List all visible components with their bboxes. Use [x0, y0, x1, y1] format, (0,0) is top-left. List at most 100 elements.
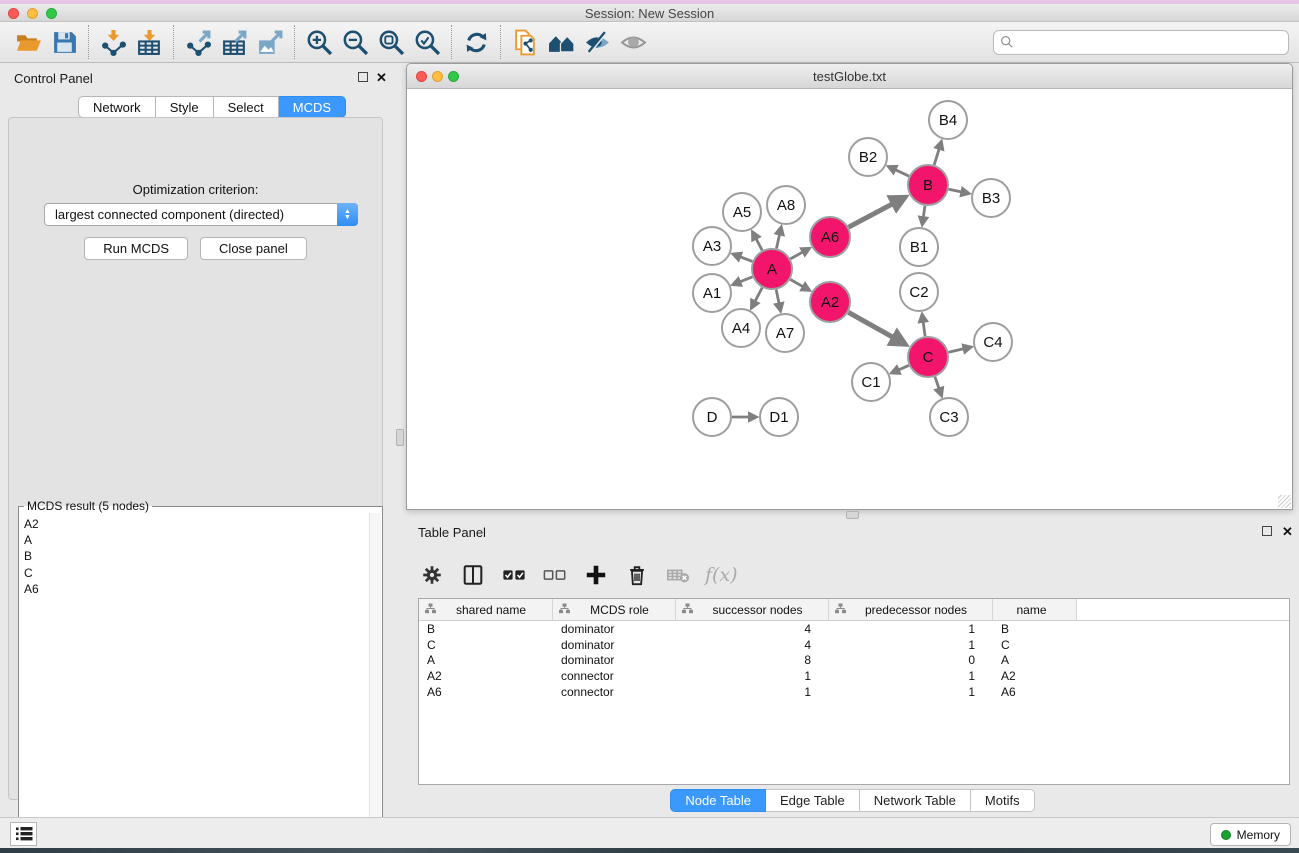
- graph-edge-B-B1[interactable]: [922, 206, 925, 225]
- export-table-icon[interactable]: [216, 25, 252, 59]
- window-resize-grip[interactable]: [1278, 495, 1291, 508]
- result-item[interactable]: A6: [24, 581, 39, 597]
- delete-table-icon[interactable]: [664, 561, 692, 589]
- tab-network-table[interactable]: Network Table: [860, 789, 971, 812]
- table-row[interactable]: A2connector11A2: [419, 668, 1289, 684]
- graph-edge-A-A2[interactable]: [790, 279, 809, 290]
- clone-network-icon[interactable]: [507, 25, 543, 59]
- tab-edge-table[interactable]: Edge Table: [766, 789, 860, 812]
- graph-node-D[interactable]: D: [693, 398, 731, 436]
- tab-style[interactable]: Style: [156, 96, 214, 118]
- graph-node-A3[interactable]: A3: [693, 227, 731, 265]
- memory-button[interactable]: Memory: [1210, 823, 1291, 846]
- table-row[interactable]: Adominator80A: [419, 652, 1289, 668]
- column-header-name[interactable]: name: [993, 599, 1077, 620]
- graph-node-C3[interactable]: C3: [930, 398, 968, 436]
- add-column-icon[interactable]: [582, 561, 610, 589]
- delete-column-icon[interactable]: [623, 561, 651, 589]
- graph-edge-A-A6[interactable]: [790, 249, 809, 259]
- graph-edge-C-C3[interactable]: [935, 377, 941, 396]
- run-mcds-button[interactable]: Run MCDS: [84, 237, 188, 260]
- float-panel-icon[interactable]: [358, 72, 370, 84]
- open-session-icon[interactable]: [10, 25, 46, 59]
- graph-node-A8[interactable]: A8: [767, 186, 805, 224]
- graph-node-A2[interactable]: A2: [810, 282, 850, 322]
- graph-node-A5[interactable]: A5: [723, 193, 761, 231]
- settings-gear-icon[interactable]: [418, 561, 446, 589]
- graph-edge-B-B2[interactable]: [889, 167, 909, 176]
- close-panel-button[interactable]: Close panel: [200, 237, 307, 260]
- result-item[interactable]: A2: [24, 516, 39, 532]
- tab-mcds[interactable]: MCDS: [279, 96, 346, 118]
- graph-node-B2[interactable]: B2: [849, 138, 887, 176]
- hide-all-columns-icon[interactable]: [541, 561, 569, 589]
- graph-edge-C-C2[interactable]: [922, 315, 925, 336]
- network-window-titlebar[interactable]: testGlobe.txt: [407, 64, 1292, 89]
- search-input[interactable]: [993, 30, 1289, 55]
- tab-select[interactable]: Select: [214, 96, 279, 118]
- graph-edge-A-A8[interactable]: [776, 227, 781, 248]
- graph-node-C2[interactable]: C2: [900, 273, 938, 311]
- graph-node-D1[interactable]: D1: [760, 398, 798, 436]
- zoom-in-icon[interactable]: [301, 25, 337, 59]
- refresh-icon[interactable]: [458, 25, 494, 59]
- graph-node-B3[interactable]: B3: [972, 179, 1010, 217]
- graph-edge-C-C4[interactable]: [948, 347, 970, 352]
- column-header-successor-nodes[interactable]: successor nodes: [676, 599, 829, 620]
- vertical-splitter-handle[interactable]: [396, 429, 404, 446]
- graph-node-B4[interactable]: B4: [929, 101, 967, 139]
- tab-node-table[interactable]: Node Table: [670, 789, 766, 812]
- result-item[interactable]: C: [24, 565, 39, 581]
- network-canvas[interactable]: AA1A2A3A4A5A6A7A8BB1B2B3B4CC1C2C3C4DD1: [407, 89, 1292, 509]
- tab-network[interactable]: Network: [78, 96, 156, 118]
- task-history-button[interactable]: [10, 822, 37, 846]
- import-table-icon[interactable]: [131, 25, 167, 59]
- table-row[interactable]: Bdominator41B: [419, 621, 1289, 637]
- zoom-fit-icon[interactable]: [373, 25, 409, 59]
- graph-edge-A-A4[interactable]: [752, 288, 763, 308]
- zoom-selected-icon[interactable]: [409, 25, 445, 59]
- cybrowser-icon[interactable]: [543, 25, 579, 59]
- column-header-predecessor-nodes[interactable]: predecessor nodes: [829, 599, 993, 620]
- column-layout-icon[interactable]: [459, 561, 487, 589]
- graph-edge-A-A1[interactable]: [733, 277, 752, 285]
- table-row[interactable]: Cdominator41C: [419, 637, 1289, 653]
- graph-edge-C-C1[interactable]: [892, 365, 909, 372]
- close-table-panel-icon[interactable]: ✕: [1282, 526, 1294, 538]
- graph-edge-A-A3[interactable]: [733, 254, 752, 261]
- graph-node-B[interactable]: B: [908, 165, 948, 205]
- preview-icon[interactable]: [615, 25, 651, 59]
- tab-motifs[interactable]: Motifs: [971, 789, 1035, 812]
- column-header-MCDS-role[interactable]: MCDS role: [553, 599, 676, 620]
- graph-node-A1[interactable]: A1: [693, 274, 731, 312]
- result-item[interactable]: A: [24, 532, 39, 548]
- graph-node-C4[interactable]: C4: [974, 323, 1012, 361]
- graph-node-C[interactable]: C: [908, 337, 948, 377]
- import-network-icon[interactable]: [95, 25, 131, 59]
- float-table-panel-icon[interactable]: [1262, 526, 1274, 538]
- graph-node-A4[interactable]: A4: [722, 309, 760, 347]
- graph-edge-A2-C[interactable]: [848, 312, 904, 344]
- export-image-icon[interactable]: [252, 25, 288, 59]
- show-hide-icon[interactable]: [579, 25, 615, 59]
- result-scrollbar[interactable]: [369, 513, 381, 833]
- graph-node-A[interactable]: A: [752, 249, 792, 289]
- table-row[interactable]: A6connector11A6: [419, 684, 1289, 700]
- show-all-columns-icon[interactable]: [500, 561, 528, 589]
- graph-node-A6[interactable]: A6: [810, 217, 850, 257]
- graph-edge-B-B4[interactable]: [934, 142, 941, 165]
- graph-edge-B-B3[interactable]: [949, 189, 969, 193]
- zoom-out-icon[interactable]: [337, 25, 373, 59]
- graph-edge-A-A7[interactable]: [776, 290, 780, 311]
- graph-node-B1[interactable]: B1: [900, 228, 938, 266]
- graph-edge-A-A5[interactable]: [753, 232, 763, 250]
- graph-node-C1[interactable]: C1: [852, 363, 890, 401]
- result-item[interactable]: B: [24, 548, 39, 564]
- criterion-select[interactable]: largest connected component (directed) ▲…: [44, 203, 358, 226]
- close-panel-icon[interactable]: ✕: [376, 72, 388, 84]
- save-session-icon[interactable]: [46, 25, 82, 59]
- column-header-shared-name[interactable]: shared name: [419, 599, 553, 620]
- function-builder-icon[interactable]: f(x): [705, 564, 738, 586]
- graph-edge-A6-B[interactable]: [849, 198, 905, 228]
- export-network-icon[interactable]: [180, 25, 216, 59]
